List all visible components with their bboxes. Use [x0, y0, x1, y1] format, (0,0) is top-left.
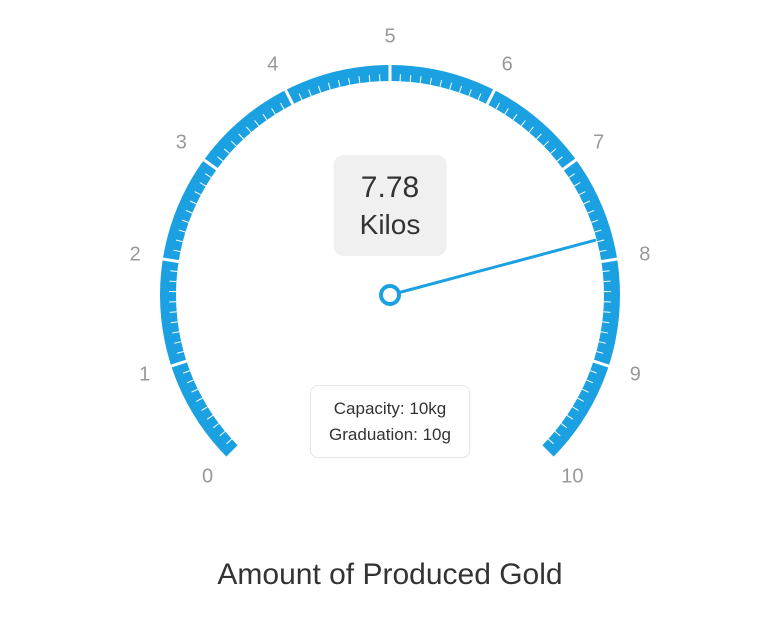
- gauge-value-unit: Kilos: [360, 207, 421, 242]
- gauge-title: Amount of Produced Gold: [0, 558, 780, 592]
- gauge-tick-label: 7: [593, 132, 604, 155]
- gauge-info-panel: Capacity: 10kg Graduation: 10g: [310, 385, 470, 458]
- gauge-tick-label: 10: [561, 466, 583, 489]
- gauge-tick-label: 5: [384, 26, 395, 49]
- gauge-info-graduation: Graduation: 10g: [329, 422, 451, 448]
- gauge-svg: [0, 0, 780, 620]
- gauge-tick-label: 4: [267, 54, 278, 77]
- gauge-chart: 0 1 2 3 4 5 6 7 8 9 10 7.78 Kilos Capacity: 10kg G…: [0, 0, 780, 620]
- gauge-tick-label: 8: [639, 243, 650, 266]
- gauge-tick-label: 3: [176, 132, 187, 155]
- gauge-tick-label: 0: [202, 466, 213, 489]
- gauge-info-capacity: Capacity: 10kg: [329, 396, 451, 422]
- gauge-value-panel: 7.78 Kilos: [334, 155, 447, 256]
- gauge-tick-label: 1: [139, 363, 150, 386]
- gauge-value-number: 7.78: [360, 169, 421, 207]
- gauge-tick-label: 6: [502, 54, 513, 77]
- gauge-tick-label: 2: [130, 243, 141, 266]
- gauge-tick-label: 9: [630, 363, 641, 386]
